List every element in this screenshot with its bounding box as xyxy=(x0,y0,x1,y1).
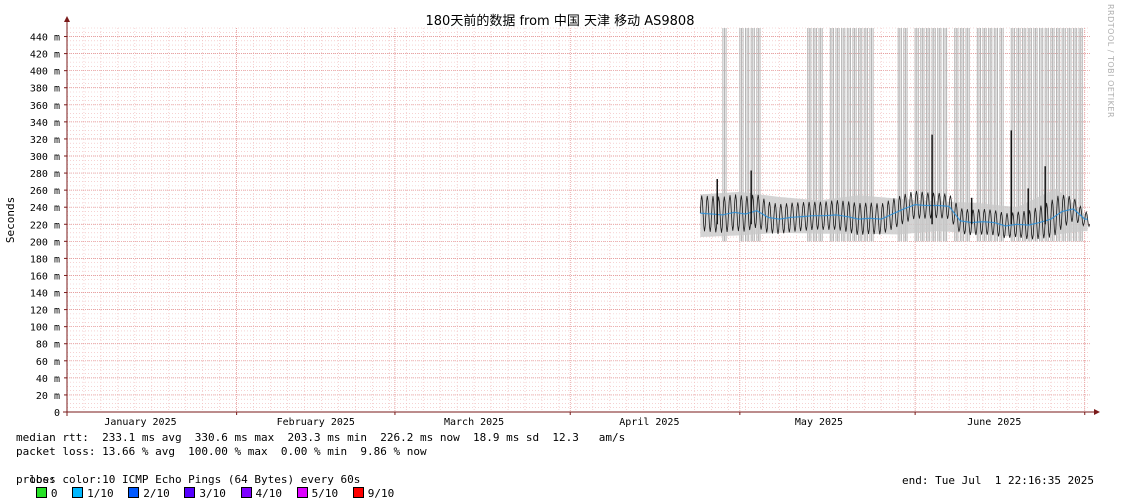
loss-color-swatch xyxy=(35,487,47,498)
y-tick-label: 140 m xyxy=(30,289,60,300)
loss-color-swatch xyxy=(72,487,84,498)
y-tick-label: 60 m xyxy=(36,357,60,368)
rrdtool-watermark: RRDTOOL / TOBI OETIKER xyxy=(1106,4,1115,119)
packet-loss-stats: packet loss: 13.66 % avg 100.00 % max 0.… xyxy=(16,445,427,458)
y-tick-label: 120 m xyxy=(30,306,60,317)
y-axis-arrow xyxy=(64,16,70,22)
y-axis-label: Seconds xyxy=(4,197,17,243)
y-tick-label: 380 m xyxy=(30,84,60,95)
y-tick-label: 220 m xyxy=(30,220,60,231)
chart-title: 180天前的数据 from 中国 天津 移动 AS9808 xyxy=(426,13,695,29)
end-time: end: Tue Jul 1 22:16:35 2025 xyxy=(902,474,1095,487)
y-tick-label: 340 m xyxy=(30,118,60,129)
x-tick-label: June 2025 xyxy=(967,417,1021,428)
y-tick-label: 180 m xyxy=(30,254,60,265)
y-tick-label: 320 m xyxy=(30,135,60,146)
loss-color-swatch xyxy=(296,487,308,498)
y-tick-label: 160 m xyxy=(30,271,60,282)
y-tick-label: 80 m xyxy=(36,340,60,351)
x-axis-arrow xyxy=(1094,409,1100,415)
latency-chart: 0 20 m 40 m 60 m 80 m 100 m 120 m 140 m 160 m 180… xyxy=(4,13,1100,428)
median-rtt-stats: median rtt: 233.1 ms avg 330.6 ms max 20… xyxy=(16,431,626,444)
loss-color-swatch xyxy=(184,487,196,498)
y-tick-label: 300 m xyxy=(30,152,60,163)
y-tick-label: 360 m xyxy=(30,101,60,112)
x-tick-label: May 2025 xyxy=(795,417,843,428)
loss-color-swatch xyxy=(128,487,140,498)
x-tick-label: February 2025 xyxy=(277,417,355,428)
y-tick-label: 100 m xyxy=(30,323,60,334)
y-tick-label: 40 m xyxy=(36,374,60,385)
y-tick-label: 200 m xyxy=(30,237,60,248)
x-tick-label: April 2025 xyxy=(619,417,679,428)
loss-color-swatch xyxy=(240,487,252,498)
loss-color-swatch xyxy=(352,487,364,498)
y-tick-label: 260 m xyxy=(30,186,60,197)
probe-info: probe: 10 ICMP Echo Pings (64 Bytes) eve… xyxy=(16,473,361,486)
y-tick-label: 400 m xyxy=(30,67,60,78)
y-tick-label: 280 m xyxy=(30,169,60,180)
x-tick-label: March 2025 xyxy=(444,417,504,428)
y-tick-label: 440 m xyxy=(30,33,60,44)
x-tick-label: January 2025 xyxy=(104,417,176,428)
y-tick-label: 0 xyxy=(54,408,60,419)
y-tick-label: 240 m xyxy=(30,203,60,214)
y-tick-label: 420 m xyxy=(30,50,60,61)
y-tick-label: 20 m xyxy=(36,391,60,402)
